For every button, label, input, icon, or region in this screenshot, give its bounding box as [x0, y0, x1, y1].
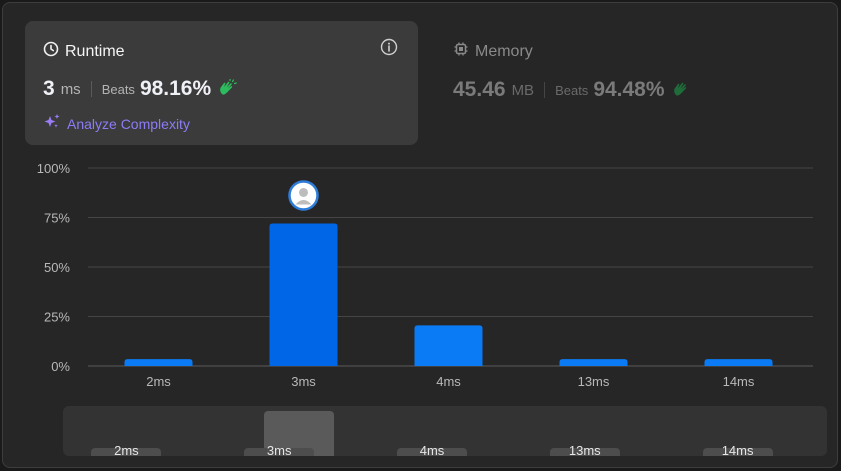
- bar[interactable]: [414, 325, 483, 366]
- avatar-head: [299, 187, 308, 197]
- y-tick-label: 100%: [37, 161, 71, 176]
- mini-bar-label: 3ms: [266, 443, 292, 456]
- distribution-scrollbar[interactable]: 2ms 3ms 4ms 13ms 14ms: [63, 406, 827, 456]
- bar[interactable]: [269, 223, 338, 366]
- x-tick-label: 14ms: [723, 374, 755, 389]
- x-tick-label: 2ms: [146, 374, 171, 389]
- submission-detail-panel: Runtime 3 ms Beats 98.16% Analyze Comple…: [2, 2, 838, 468]
- mini-bar-label: 14ms: [721, 443, 754, 456]
- y-tick-label: 50%: [44, 260, 70, 275]
- bar[interactable]: [704, 359, 773, 366]
- y-tick-label: 0%: [51, 359, 70, 374]
- x-tick-label: 13ms: [578, 374, 610, 389]
- y-tick-label: 25%: [44, 310, 70, 325]
- mini-bar-label: 13ms: [568, 443, 601, 456]
- mini-bar-label: 2ms: [114, 443, 139, 456]
- mini-bar-label: 4ms: [419, 443, 445, 456]
- bar[interactable]: [559, 359, 628, 366]
- runtime-distribution-chart: 0% 25% 50% 75% 100% 2ms 3ms 4ms 13ms 14ms: [37, 161, 813, 389]
- x-tick-label: 4ms: [436, 374, 461, 389]
- y-tick-label: 75%: [44, 211, 70, 226]
- x-tick-label: 3ms: [291, 374, 316, 389]
- bar[interactable]: [124, 359, 193, 366]
